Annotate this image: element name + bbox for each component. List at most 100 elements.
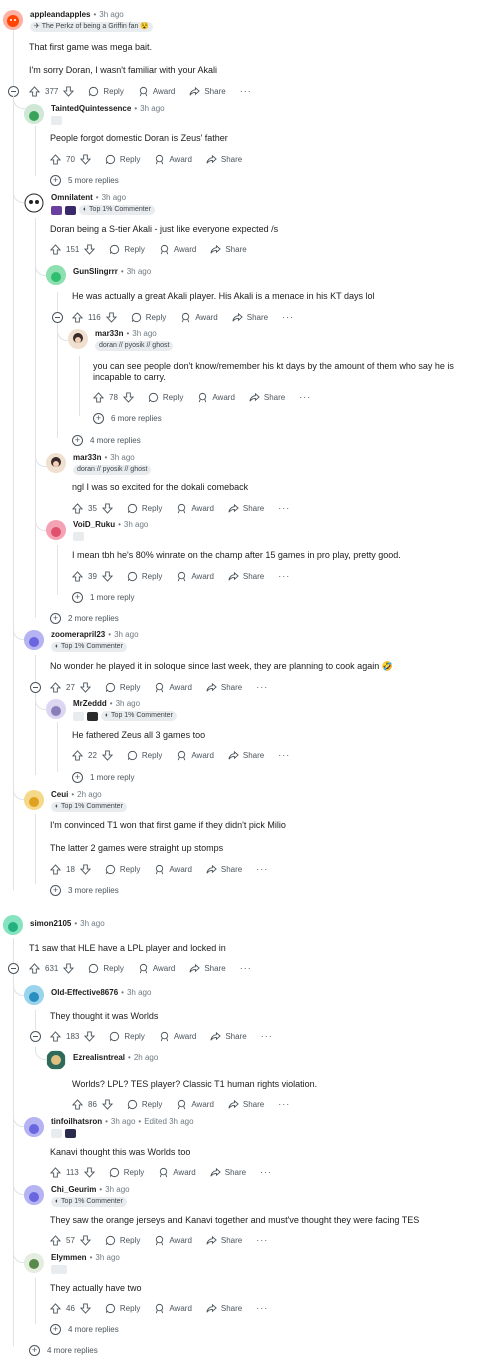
upvote-icon[interactable]: [72, 1098, 83, 1110]
more-options-icon[interactable]: ···: [278, 1099, 290, 1109]
more-options-icon[interactable]: ···: [282, 312, 294, 322]
award-button[interactable]: Award: [180, 312, 218, 323]
reply-button[interactable]: Reply: [109, 244, 145, 255]
downvote-icon[interactable]: [63, 962, 75, 974]
avatar[interactable]: [3, 10, 23, 30]
timestamp[interactable]: 3h ago: [110, 453, 134, 462]
more-replies-link[interactable]: 2 more replies: [50, 612, 119, 624]
award-button[interactable]: Award: [159, 244, 196, 255]
more-replies-link[interactable]: 3 more replies: [50, 884, 119, 896]
timestamp[interactable]: 3h ago: [116, 699, 140, 708]
downvote-icon[interactable]: [79, 1234, 91, 1246]
reply-button[interactable]: Reply: [105, 864, 140, 875]
author-name[interactable]: mar33n: [73, 453, 101, 462]
award-button[interactable]: Award: [138, 86, 175, 97]
avatar[interactable]: [24, 1117, 44, 1137]
avatar[interactable]: [46, 520, 66, 540]
timestamp[interactable]: 3h ago: [140, 104, 164, 113]
downvote-icon[interactable]: [84, 1030, 96, 1042]
more-options-icon[interactable]: ···: [261, 1031, 273, 1041]
more-options-icon[interactable]: ···: [260, 1167, 272, 1177]
author-name[interactable]: mar33n: [95, 329, 123, 338]
more-options-icon[interactable]: ···: [256, 1235, 268, 1245]
downvote-icon[interactable]: [63, 85, 75, 97]
award-button[interactable]: Award: [176, 750, 214, 761]
downvote-icon[interactable]: [79, 863, 91, 875]
upvote-icon[interactable]: [50, 1234, 61, 1246]
share-button[interactable]: Share: [206, 682, 242, 693]
award-button[interactable]: Award: [176, 571, 214, 582]
share-button[interactable]: Share: [206, 1303, 242, 1314]
author-name[interactable]: Chi_Geurim: [51, 1185, 96, 1194]
avatar[interactable]: [24, 1185, 44, 1205]
avatar[interactable]: [24, 985, 44, 1005]
author-name[interactable]: TaintedQuintessence: [51, 104, 131, 113]
more-options-icon[interactable]: ···: [278, 571, 290, 581]
more-options-icon[interactable]: ···: [278, 750, 290, 760]
timestamp[interactable]: 3h ago: [111, 1117, 135, 1126]
downvote-icon[interactable]: [101, 570, 113, 582]
upvote-icon[interactable]: [50, 243, 61, 255]
more-options-icon[interactable]: ···: [256, 864, 268, 874]
reply-button[interactable]: Reply: [88, 963, 124, 974]
upvote-icon[interactable]: [50, 1302, 61, 1314]
more-replies-link[interactable]: 4 more replies: [50, 1323, 119, 1335]
share-button[interactable]: Share: [206, 864, 242, 875]
more-replies-link[interactable]: 4 more replies: [29, 1344, 98, 1356]
downvote-icon[interactable]: [79, 153, 91, 165]
reply-button[interactable]: Reply: [131, 312, 166, 323]
share-button[interactable]: Share: [228, 503, 264, 514]
author-name[interactable]: Omnilatent: [51, 193, 93, 202]
avatar[interactable]: [24, 630, 44, 650]
reply-button[interactable]: Reply: [127, 1099, 162, 1110]
more-options-icon[interactable]: ···: [240, 86, 252, 96]
author-name[interactable]: tinfoilhatsron: [51, 1117, 102, 1126]
upvote-icon[interactable]: [50, 1166, 61, 1178]
timestamp[interactable]: 3h ago: [127, 988, 151, 997]
upvote-icon[interactable]: [93, 391, 104, 403]
author-name[interactable]: Old-Effective8676: [51, 988, 118, 997]
share-button[interactable]: Share: [189, 86, 226, 97]
avatar[interactable]: [24, 104, 44, 124]
reply-button[interactable]: Reply: [109, 1031, 145, 1042]
award-button[interactable]: Award: [154, 154, 192, 165]
timestamp[interactable]: 3h ago: [124, 520, 148, 529]
collapse-button[interactable]: [52, 312, 63, 323]
share-button[interactable]: Share: [232, 312, 268, 323]
share-button[interactable]: Share: [206, 154, 242, 165]
share-button[interactable]: Share: [210, 244, 247, 255]
more-options-icon[interactable]: ···: [240, 963, 252, 973]
reply-button[interactable]: Reply: [105, 1235, 140, 1246]
reply-button[interactable]: Reply: [127, 750, 162, 761]
timestamp[interactable]: 2h ago: [134, 1053, 158, 1062]
more-options-icon[interactable]: ···: [256, 682, 268, 692]
timestamp[interactable]: 3h ago: [132, 329, 156, 338]
award-button[interactable]: Award: [154, 1235, 192, 1246]
more-replies-link[interactable]: 6 more replies: [93, 412, 162, 424]
more-options-icon[interactable]: ···: [256, 1303, 268, 1313]
avatar[interactable]: [68, 329, 88, 349]
upvote-icon[interactable]: [72, 311, 83, 323]
downvote-icon[interactable]: [101, 749, 113, 761]
award-button[interactable]: Award: [154, 682, 192, 693]
upvote-icon[interactable]: [29, 962, 40, 974]
reply-button[interactable]: Reply: [105, 1303, 140, 1314]
award-button[interactable]: Award: [158, 1167, 196, 1178]
avatar[interactable]: [46, 1050, 66, 1070]
timestamp[interactable]: 2h ago: [77, 790, 101, 799]
avatar[interactable]: [46, 265, 66, 285]
downvote-icon[interactable]: [83, 1166, 95, 1178]
upvote-icon[interactable]: [72, 749, 83, 761]
share-button[interactable]: Share: [210, 1031, 247, 1042]
share-button[interactable]: Share: [189, 963, 226, 974]
timestamp[interactable]: 3h ago: [127, 267, 151, 276]
reply-button[interactable]: Reply: [105, 154, 140, 165]
share-button[interactable]: Share: [249, 392, 285, 403]
share-button[interactable]: Share: [228, 1099, 264, 1110]
avatar[interactable]: [24, 790, 44, 810]
timestamp[interactable]: 3h ago: [105, 1185, 129, 1194]
author-name[interactable]: MrZeddd: [73, 699, 107, 708]
more-options-icon[interactable]: ···: [278, 503, 290, 513]
timestamp[interactable]: 3h ago: [102, 193, 126, 202]
downvote-icon[interactable]: [79, 681, 91, 693]
